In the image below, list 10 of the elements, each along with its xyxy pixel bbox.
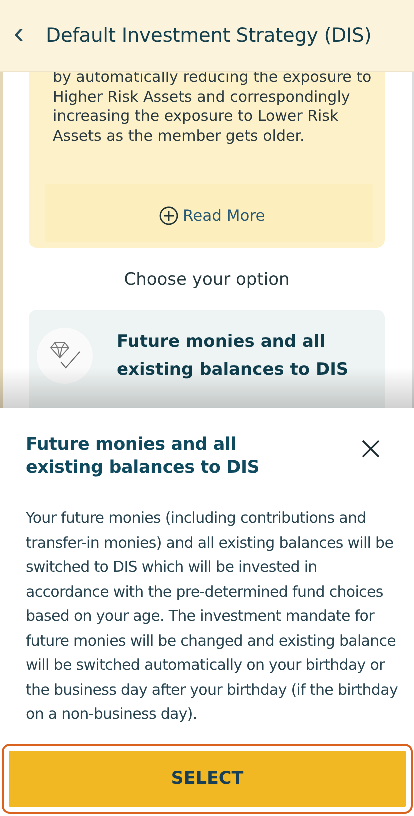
section-label: Choose your option [124, 270, 290, 290]
option-label: Future monies and all existing balances to DIS [117, 331, 350, 382]
sheet-description: Your future monies (including contributions and transfer-in monies) and all existing balances will be switched to DIS which will be invested in accordance with the pre-determined fund choices based on your age. The investment mandate for future monies will be changed and existing balance will be switched automatically on your birthday or the business day after your birthday (if the birthday on a non-business day). [26, 508, 399, 725]
read-more-link[interactable]: Read More [159, 206, 266, 226]
select-button[interactable]: SELECT [9, 751, 406, 807]
page-title: Default Investment Strategy (DIS) [46, 24, 372, 47]
plus-circle-icon [159, 206, 179, 226]
info-text: by automatically reducing the exposure to Higher Risk Assets and correspondingly increasing the exposure to Lower Risk Assets as the member gets older. [53, 68, 373, 146]
sheet-title: Future monies and all existing balances to DIS [26, 434, 261, 480]
back-button[interactable]: ‹ [14, 18, 24, 48]
